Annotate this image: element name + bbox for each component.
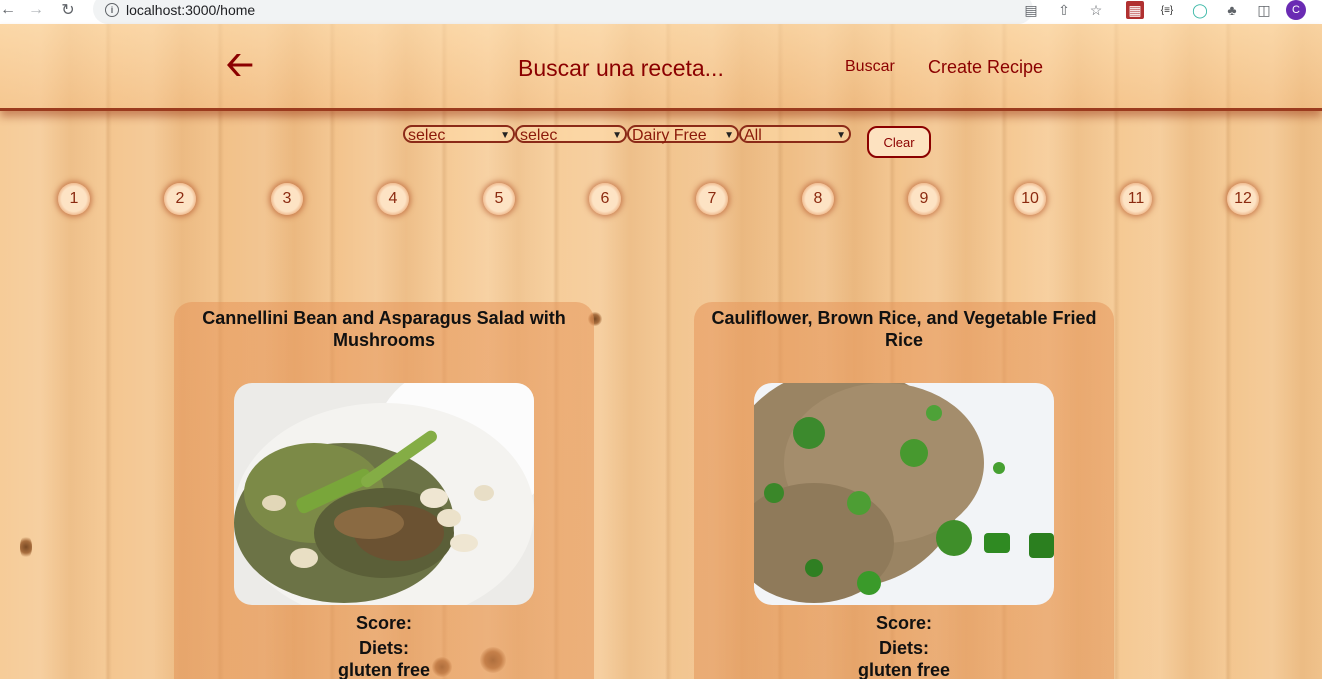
reload-icon[interactable]: ↻ bbox=[58, 0, 78, 20]
page-button[interactable]: 4 bbox=[377, 183, 409, 215]
recipe-diet: gluten free bbox=[857, 660, 950, 679]
page-button[interactable]: 11 bbox=[1120, 183, 1152, 215]
back-icon[interactable]: ← bbox=[0, 0, 18, 20]
address-bar[interactable]: i localhost:3000/home bbox=[93, 0, 1033, 24]
clear-button[interactable]: Clear bbox=[867, 126, 931, 158]
recipe-photo bbox=[234, 383, 534, 605]
recipe-diets-label: Diets: bbox=[878, 638, 929, 658]
browser-toolbar: ← → ↻ i localhost:3000/home ▤ ⇧ ☆ ▦ {≡} … bbox=[0, 0, 1322, 24]
recipe-score: Score: bbox=[875, 613, 933, 633]
search-input[interactable]: Buscar una receta... bbox=[518, 55, 724, 82]
sort-select-value: selec bbox=[520, 127, 558, 144]
wood-knot bbox=[20, 535, 32, 559]
recipe-score: Score: bbox=[355, 613, 413, 633]
page-button[interactable]: 6 bbox=[589, 183, 621, 215]
extension-circle-icon[interactable]: ◯ bbox=[1191, 1, 1209, 19]
page-button[interactable]: 3 bbox=[271, 183, 303, 215]
puzzle-icon[interactable]: ♣ bbox=[1223, 1, 1241, 19]
recipe-diets-label: Diets: bbox=[358, 638, 409, 658]
type-select[interactable]: All ▼ bbox=[739, 125, 851, 144]
recipe-image[interactable] bbox=[754, 383, 1054, 605]
share-icon[interactable]: ⇧ bbox=[1055, 1, 1073, 19]
diet-select[interactable]: Dairy Free ▼ bbox=[627, 125, 739, 144]
chevron-down-icon: ▼ bbox=[836, 130, 846, 141]
back-arrow-icon[interactable]: 🡠 bbox=[226, 48, 260, 82]
recipe-image[interactable] bbox=[234, 383, 534, 605]
profile-avatar[interactable]: C bbox=[1286, 0, 1306, 20]
page-button[interactable]: 10 bbox=[1014, 183, 1046, 215]
site-info-icon[interactable]: i bbox=[105, 3, 119, 17]
page-button[interactable]: 1 bbox=[58, 183, 90, 215]
bookmark-star-icon[interactable]: ☆ bbox=[1087, 1, 1105, 19]
chevron-down-icon: ▼ bbox=[612, 130, 622, 141]
forward-icon[interactable]: → bbox=[26, 0, 46, 20]
page-button[interactable]: 5 bbox=[483, 183, 515, 215]
recipe-card[interactable]: Cauliflower, Brown Rice, and Vegetable F… bbox=[694, 302, 1114, 679]
order-select[interactable]: selec ▼ bbox=[403, 125, 515, 144]
extension-icon[interactable]: ▦ bbox=[1126, 1, 1144, 19]
page-button[interactable]: 9 bbox=[908, 183, 940, 215]
address-url: localhost:3000/home bbox=[126, 2, 256, 18]
pagination: 1 2 3 4 5 6 7 8 9 10 11 12 bbox=[0, 183, 1322, 217]
order-select-value: selec bbox=[408, 127, 446, 144]
recipe-diet: gluten free bbox=[337, 660, 430, 679]
json-extension-icon[interactable]: {≡} bbox=[1158, 1, 1176, 19]
page-button[interactable]: 12 bbox=[1227, 183, 1259, 215]
type-select-value: All bbox=[744, 127, 762, 144]
recipe-photo bbox=[754, 383, 1054, 605]
page-button[interactable]: 8 bbox=[802, 183, 834, 215]
sort-select[interactable]: selec ▼ bbox=[515, 125, 627, 144]
page-button[interactable]: 7 bbox=[696, 183, 728, 215]
chevron-down-icon: ▼ bbox=[724, 130, 734, 141]
translate-icon[interactable]: ▤ bbox=[1022, 1, 1040, 19]
recipe-title[interactable]: Cauliflower, Brown Rice, and Vegetable F… bbox=[704, 307, 1104, 351]
chevron-down-icon: ▼ bbox=[500, 130, 510, 141]
page-button[interactable]: 2 bbox=[164, 183, 196, 215]
site-header: 🡠 Buscar una receta... Buscar Create Rec… bbox=[0, 24, 1322, 111]
create-recipe-link[interactable]: Create Recipe bbox=[928, 57, 1043, 78]
sidepanel-icon[interactable]: ◫ bbox=[1255, 1, 1273, 19]
search-button[interactable]: Buscar bbox=[845, 58, 895, 76]
diet-select-value: Dairy Free bbox=[632, 127, 707, 144]
filter-bar: selec ▼ selec ▼ Dairy Free ▼ All ▼ bbox=[0, 125, 1322, 145]
recipe-card[interactable]: Cannellini Bean and Asparagus Salad with… bbox=[174, 302, 594, 679]
recipe-title[interactable]: Cannellini Bean and Asparagus Salad with… bbox=[184, 307, 584, 351]
